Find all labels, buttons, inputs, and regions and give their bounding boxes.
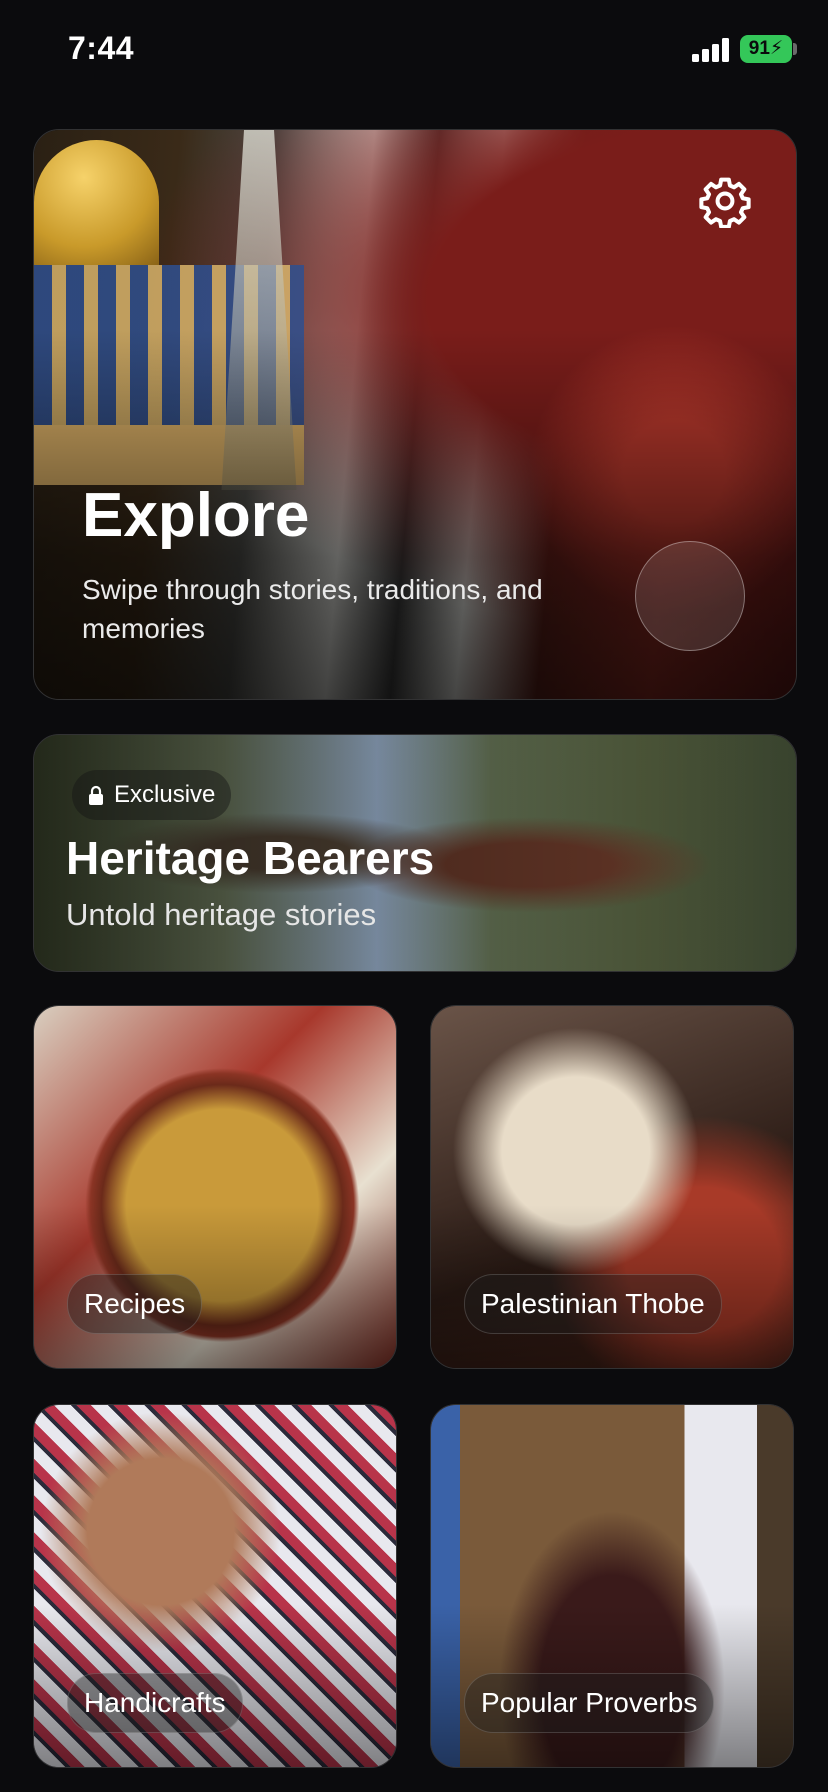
tile-label-pill: Popular Proverbs (464, 1673, 715, 1733)
heritage-title: Heritage Bearers (66, 832, 435, 884)
tile-label: Recipes (84, 1288, 186, 1319)
tile-label-pill: Palestinian Thobe (464, 1274, 722, 1334)
tile-label: Popular Proverbs (481, 1687, 698, 1718)
status-time: 7:44 (68, 30, 135, 66)
explore-card[interactable]: Explore Swipe through stories, tradition… (33, 129, 797, 700)
gear-icon[interactable] (698, 174, 752, 228)
battery-level: 91 (748, 38, 770, 59)
category-tile-proverbs[interactable]: Popular Proverbs (430, 1404, 794, 1768)
explore-subtitle: Swipe through stories, traditions, and m… (82, 574, 543, 644)
tile-label: Palestinian Thobe (481, 1288, 705, 1319)
heritage-subtitle: Untold heritage stories (66, 897, 377, 932)
category-tile-handicrafts[interactable]: Handicrafts (33, 1404, 397, 1768)
category-tile-thobe[interactable]: Palestinian Thobe (430, 1005, 794, 1369)
floating-orb (635, 541, 745, 651)
category-tile-recipes[interactable]: Recipes (33, 1005, 397, 1369)
signal-icon (692, 38, 729, 62)
explore-title: Explore (82, 481, 310, 550)
battery-indicator: 91⚡ (740, 35, 792, 63)
exclusive-badge: Exclusive (72, 770, 232, 820)
lock-icon (89, 785, 103, 805)
charging-icon: ⚡ (769, 38, 784, 59)
heritage-bearers-card[interactable]: Exclusive Heritage Bearers Untold herita… (33, 734, 797, 972)
tile-label: Handicrafts (84, 1687, 226, 1718)
status-bar: 7:44 91⚡ (0, 0, 828, 100)
tile-label-pill: Handicrafts (67, 1673, 243, 1733)
battery-nub (793, 43, 797, 55)
exclusive-label: Exclusive (114, 781, 216, 808)
tile-label-pill: Recipes (67, 1274, 203, 1334)
